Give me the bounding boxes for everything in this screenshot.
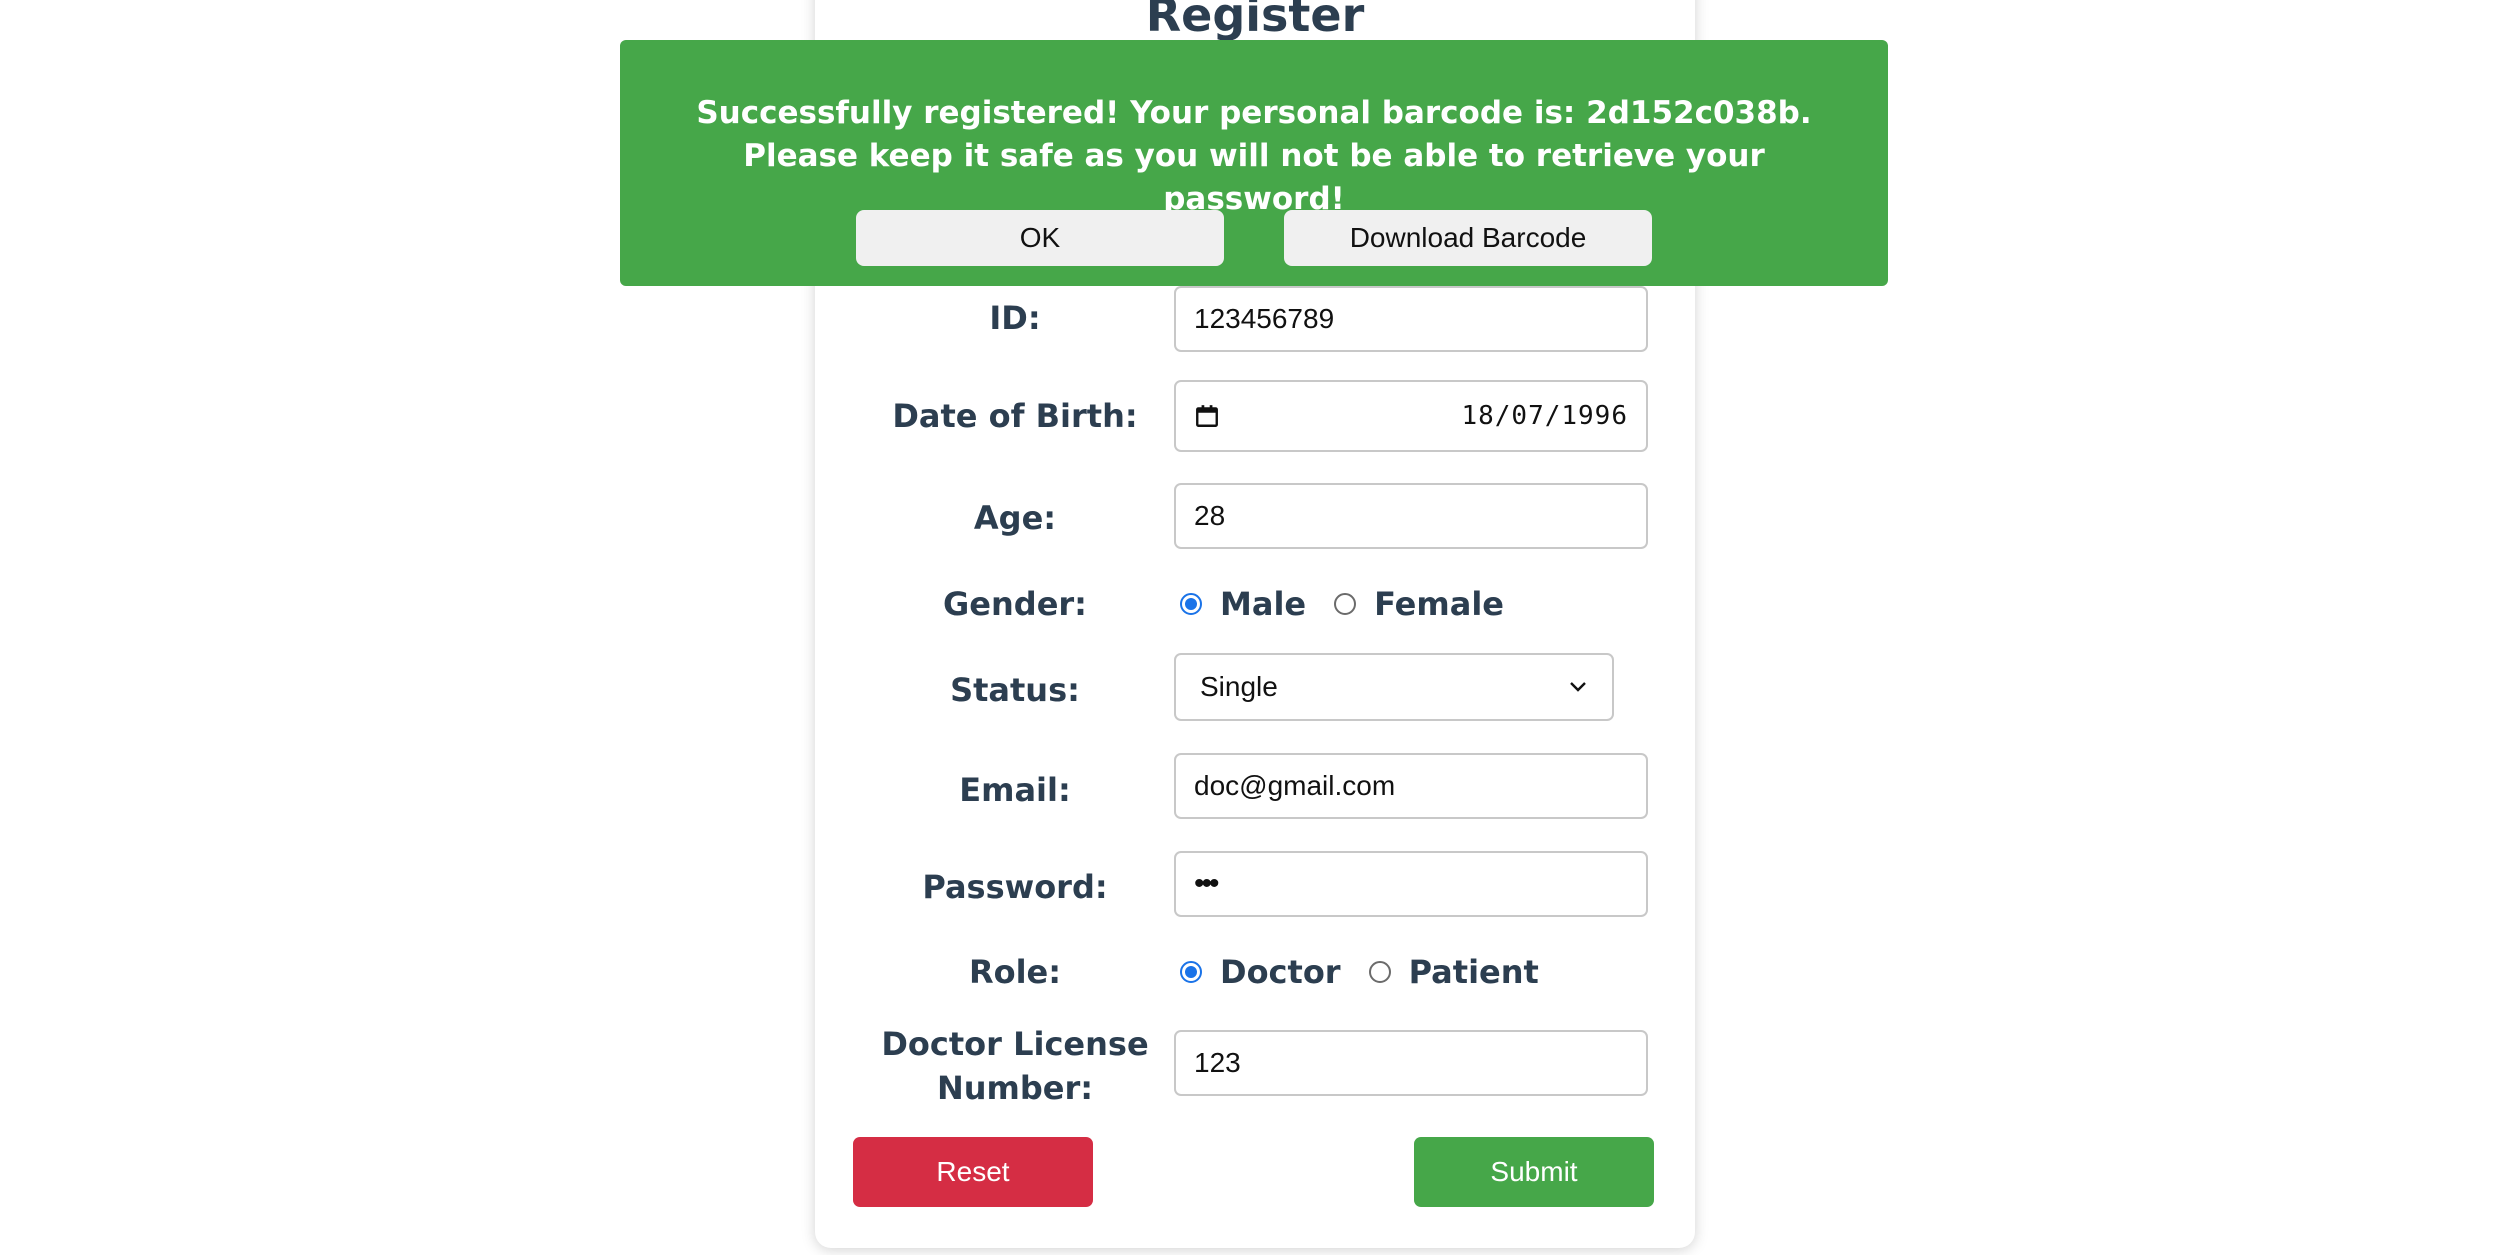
chevron-down-icon <box>1570 682 1586 692</box>
age-label: Age: <box>973 499 1057 537</box>
dob-label: Date of Birth: <box>892 397 1138 435</box>
email-input[interactable]: doc@gmail.com <box>1174 753 1648 819</box>
toast-message: Successfully registered! Your personal b… <box>696 95 1812 217</box>
password-input[interactable]: ••• <box>1174 851 1648 917</box>
id-input[interactable]: 123456789 <box>1174 286 1648 352</box>
role-label: Role: <box>968 953 1062 991</box>
license-value: 123 <box>1194 1047 1241 1078</box>
role-radio-group: Doctor Patient <box>1180 950 1567 994</box>
status-label: Status: <box>950 671 1080 709</box>
gender-label: Gender: <box>943 585 1087 623</box>
gender-male-label[interactable]: Male <box>1220 585 1306 623</box>
gender-male-radio[interactable] <box>1180 593 1202 615</box>
id-value: 123456789 <box>1194 303 1335 334</box>
gender-female-label[interactable]: Female <box>1374 585 1504 623</box>
role-doctor-label[interactable]: Doctor <box>1220 953 1341 991</box>
email-label: Email: <box>959 771 1071 809</box>
license-label: Doctor License Number: <box>881 1025 1149 1107</box>
download-barcode-button[interactable]: Download Barcode <box>1284 210 1652 266</box>
status-value: Single <box>1200 671 1278 702</box>
gender-female-radio[interactable] <box>1334 593 1357 615</box>
reset-button[interactable]: Reset <box>853 1137 1093 1207</box>
email-value: doc@gmail.com <box>1194 770 1396 801</box>
dob-input[interactable]: 18/07/1996 <box>1174 380 1648 452</box>
submit-button[interactable]: Submit <box>1414 1137 1654 1207</box>
age-value: 28 <box>1194 500 1226 531</box>
role-doctor-radio[interactable] <box>1180 961 1202 983</box>
dob-value: 18/07/1996 <box>1461 401 1628 431</box>
password-masked-value: ••• <box>1194 867 1219 900</box>
age-input[interactable]: 28 <box>1174 483 1648 549</box>
calendar-icon[interactable] <box>1194 403 1220 429</box>
password-label: Password: <box>922 868 1108 906</box>
status-select[interactable]: Single <box>1174 653 1614 721</box>
license-input[interactable]: 123 <box>1174 1030 1648 1096</box>
id-label: ID: <box>989 299 1041 337</box>
page-title: Register <box>1145 0 1365 42</box>
role-patient-radio[interactable] <box>1368 961 1391 983</box>
gender-radio-group: Male Female <box>1180 582 1532 626</box>
role-patient-label[interactable]: Patient <box>1409 953 1539 991</box>
ok-button[interactable]: OK <box>856 210 1224 266</box>
success-toast: Successfully registered! Your personal b… <box>620 40 1888 286</box>
